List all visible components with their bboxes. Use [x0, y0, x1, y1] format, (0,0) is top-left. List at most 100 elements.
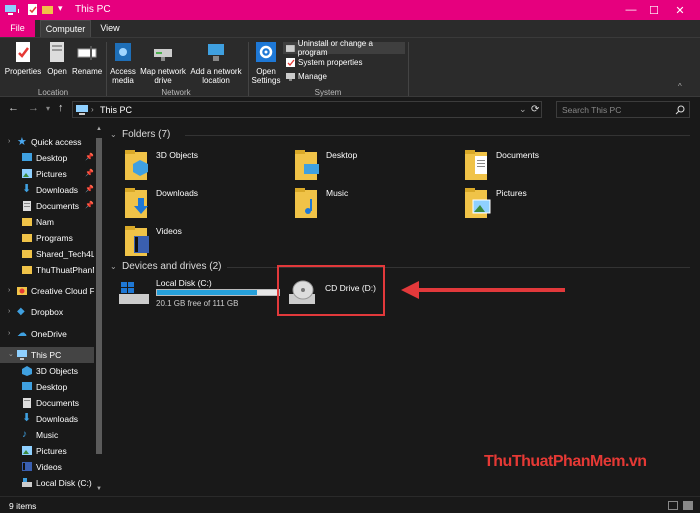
sidebar-item-downloads[interactable]: ⬇ Downloads 📌: [0, 182, 94, 198]
sidebar-item-this-pc[interactable]: ⌄ This PC: [0, 347, 94, 363]
breadcrumb-chevron-icon[interactable]: ›: [91, 105, 94, 114]
folders-section-header[interactable]: Folders (7): [122, 129, 170, 140]
item-count: 9 items: [9, 501, 37, 511]
breadcrumb-this-pc[interactable]: This PC: [100, 105, 132, 115]
sidebar-item-label: Dropbox: [31, 307, 64, 317]
map-network-drive-button[interactable]: Map network drive: [139, 41, 187, 85]
folder-music[interactable]: Music: [295, 186, 455, 222]
expand-chevron-icon[interactable]: ›: [8, 326, 10, 342]
sidebar-item-pc-videos[interactable]: Videos: [0, 459, 94, 475]
address-dropdown-icon[interactable]: ⌄: [519, 104, 527, 115]
access-media-label-1: Access: [110, 67, 136, 76]
details-view-icon[interactable]: [668, 501, 678, 510]
expand-chevron-icon[interactable]: ›: [8, 283, 10, 299]
collapse-chevron-icon[interactable]: ⌄: [8, 347, 14, 363]
folder-icon: [22, 234, 32, 242]
folder-videos[interactable]: Videos: [125, 224, 285, 260]
new-folder-quick-icon[interactable]: [42, 4, 53, 15]
collapse-chevron-icon[interactable]: ⌄: [110, 130, 117, 139]
recent-locations-chevron-icon[interactable]: ▾: [46, 104, 50, 113]
back-arrow-icon[interactable]: ←: [8, 102, 19, 114]
folder-documents[interactable]: Documents: [465, 148, 625, 184]
system-properties-icon: [286, 57, 295, 67]
sidebar-item-label: Programs: [36, 233, 73, 243]
drive-cd-d[interactable]: CD Drive (D:): [287, 274, 383, 310]
folder-3d-objects[interactable]: 3D Objects: [125, 148, 285, 184]
collapse-ribbon-icon[interactable]: ^: [678, 82, 682, 91]
cd-drive-icon: [289, 280, 315, 304]
open-settings-label-1: Open: [256, 67, 276, 76]
open-button[interactable]: Open: [44, 41, 70, 76]
open-settings-button[interactable]: Open Settings: [250, 41, 282, 85]
scroll-down-icon[interactable]: ▼: [96, 486, 102, 492]
sidebar-item-programs[interactable]: Programs: [0, 230, 94, 246]
uninstall-program-button[interactable]: Uninstall or change a program: [283, 39, 405, 57]
scroll-up-icon[interactable]: ▲: [96, 126, 102, 132]
sidebar-item-dropbox[interactable]: › ◆ Dropbox: [0, 304, 94, 320]
sidebar-item-desktop[interactable]: Desktop 📌: [0, 150, 94, 166]
dropbox-icon: ◆: [17, 306, 25, 317]
close-button[interactable]: ✕: [657, 0, 700, 20]
folder-pictures[interactable]: Pictures: [465, 186, 625, 222]
sidebar-item-pc-documents[interactable]: Documents: [0, 395, 94, 411]
sidebar-item-label: Downloads: [36, 185, 79, 195]
add-network-location-button[interactable]: Add a network location: [189, 41, 243, 85]
sidebar-item-label: Shared_Tech4Lif: [36, 249, 94, 259]
open-icon: [50, 42, 64, 62]
forward-arrow-icon[interactable]: →: [28, 102, 39, 114]
access-media-button[interactable]: Access media: [108, 41, 138, 85]
sidebar-item-label: Local Disk (C:): [36, 478, 92, 488]
pin-icon[interactable]: 📌: [85, 182, 94, 198]
up-arrow-icon[interactable]: ↑: [58, 102, 64, 114]
system-group-label: System: [314, 88, 342, 97]
system-properties-button[interactable]: System properties: [286, 56, 362, 68]
expand-chevron-icon[interactable]: ›: [8, 134, 10, 150]
pin-icon[interactable]: 📌: [85, 198, 94, 214]
sidebar-item-onedrive[interactable]: › ☁ OneDrive: [0, 326, 94, 342]
sidebar-item-nam[interactable]: Nam: [0, 214, 94, 230]
sidebar-item-label: Desktop: [36, 382, 68, 392]
collapse-chevron-icon[interactable]: ⌄: [110, 262, 117, 271]
folder-desktop[interactable]: Desktop: [295, 148, 455, 184]
sidebar-item-pc-downloads[interactable]: ⬇ Downloads: [0, 411, 94, 427]
sidebar-item-pc-local-disk[interactable]: Local Disk (C:): [0, 475, 94, 491]
tab-view[interactable]: View: [94, 20, 126, 37]
music-folder-icon: [295, 188, 317, 218]
location-group-label: Location: [37, 88, 69, 97]
sidebar-item-pc-pictures[interactable]: Pictures: [0, 443, 94, 459]
sidebar-item-thuthuatphanm[interactable]: ThuThuatPhanM: [0, 262, 94, 278]
devices-section-header[interactable]: Devices and drives (2): [122, 261, 221, 272]
pin-icon[interactable]: 📌: [85, 150, 94, 166]
desktop-icon: [22, 153, 32, 161]
quick-access-dropdown-icon[interactable]: ▾: [58, 3, 63, 14]
properties-quick-icon[interactable]: [27, 4, 38, 15]
sidebar-item-creative-cloud[interactable]: › Creative Cloud Fil: [0, 283, 94, 299]
sidebar-item-pc-desktop[interactable]: Desktop: [0, 379, 94, 395]
rename-icon: [77, 46, 97, 60]
uninstall-icon: [286, 44, 295, 52]
sidebar-item-quick-access[interactable]: › ★ Quick access: [0, 134, 94, 150]
expand-chevron-icon[interactable]: ›: [8, 304, 10, 320]
search-icon[interactable]: [675, 105, 685, 115]
sidebar-item-pictures[interactable]: Pictures 📌: [0, 166, 94, 182]
sidebar-item-shared-tech4lif[interactable]: Shared_Tech4Lif: [0, 246, 94, 262]
address-bar[interactable]: › This PC ⌄ ⟳: [72, 101, 542, 118]
sidebar-item-pc-3d-objects[interactable]: 3D Objects: [0, 363, 94, 379]
sidebar-item-label: OneDrive: [31, 329, 67, 339]
refresh-icon[interactable]: ⟳: [531, 104, 539, 115]
search-box[interactable]: Search This PC: [556, 101, 690, 118]
properties-button[interactable]: Properties: [4, 41, 42, 76]
rename-button[interactable]: Rename: [72, 41, 102, 76]
tab-file[interactable]: File: [0, 20, 35, 37]
drive-local-disk-c[interactable]: Local Disk (C:) 20.1 GB free of 111 GB: [119, 274, 283, 310]
pin-icon[interactable]: 📌: [85, 166, 94, 182]
manage-button[interactable]: Manage: [286, 70, 327, 82]
large-icons-view-icon[interactable]: [683, 501, 693, 510]
system-properties-label: System properties: [298, 57, 363, 67]
access-media-label-2: media: [112, 76, 134, 85]
sidebar-item-pc-music[interactable]: ♪ Music: [0, 427, 94, 443]
tab-computer[interactable]: Computer: [40, 20, 91, 37]
folder-downloads[interactable]: Downloads: [125, 186, 285, 222]
sidebar-item-documents[interactable]: Documents 📌: [0, 198, 94, 214]
sidebar-scroll-thumb[interactable]: [96, 138, 102, 454]
